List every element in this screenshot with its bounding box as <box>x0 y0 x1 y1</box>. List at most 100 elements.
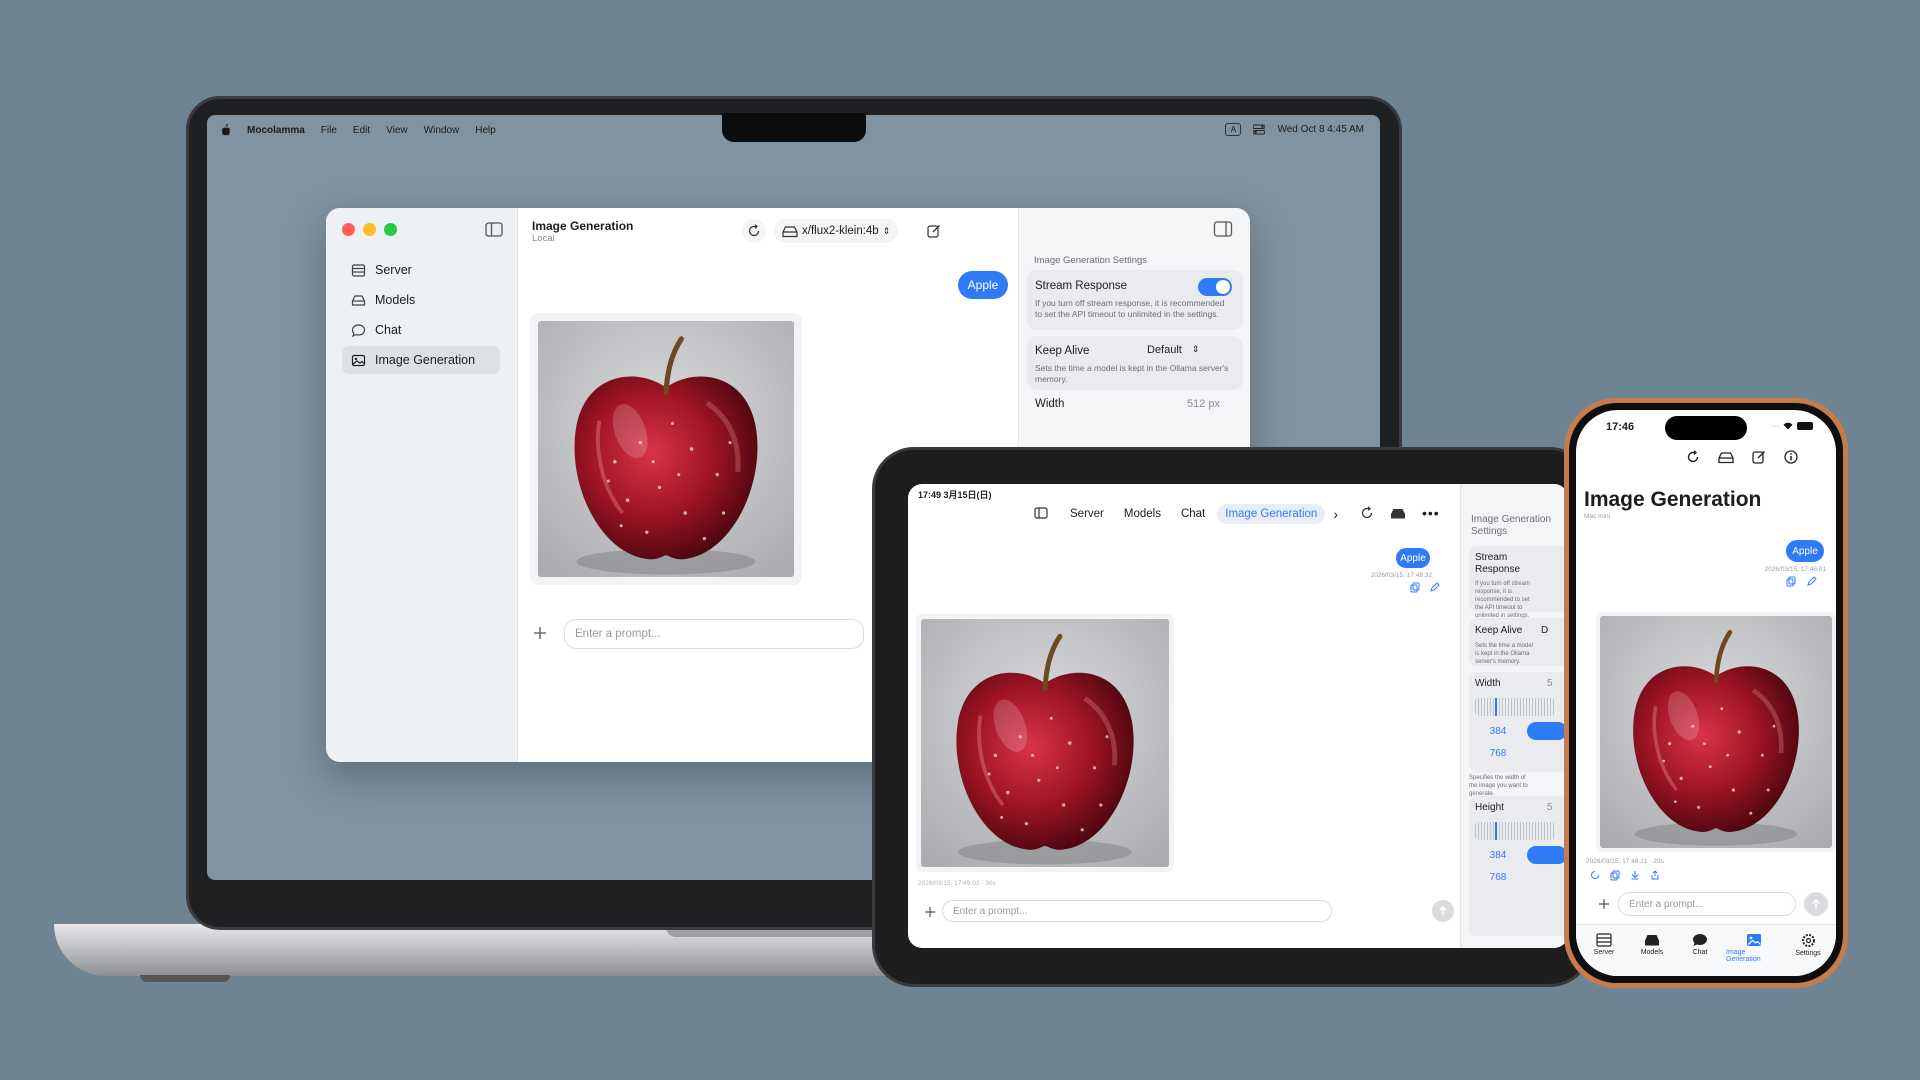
height-preset-768[interactable]: 768 <box>1475 868 1521 886</box>
models-icon[interactable] <box>1390 507 1406 520</box>
sidebar-item-image-generation[interactable]: Image Generation <box>342 346 500 374</box>
model-selector[interactable]: x/flux2-klein:4b ⇕ <box>774 219 899 243</box>
tab-image-generation[interactable]: Image Generation <box>1726 933 1782 976</box>
add-attachment-button[interactable] <box>924 906 936 918</box>
menu-window[interactable]: Window <box>424 125 460 136</box>
edit-icon[interactable] <box>1430 582 1440 593</box>
copy-icon[interactable] <box>1410 582 1420 593</box>
prompt-input[interactable]: Enter a prompt... <box>942 900 1332 922</box>
copy-icon[interactable] <box>1786 576 1796 587</box>
width-preset-384[interactable]: 384 <box>1475 722 1521 740</box>
sidebar-item-label: Server <box>375 263 412 277</box>
menu-clock[interactable]: Wed Oct 8 4:45 AM <box>1277 124 1364 135</box>
height-preset-384[interactable]: 384 <box>1475 846 1521 864</box>
sidebar-toggle-icon[interactable] <box>1032 504 1050 522</box>
menu-view[interactable]: View <box>386 125 408 136</box>
sidebar-item-label: Chat <box>375 323 402 337</box>
models-icon <box>782 225 798 238</box>
menu-edit[interactable]: Edit <box>353 125 370 136</box>
plus-icon <box>532 625 548 641</box>
width-preset-selected[interactable] <box>1527 722 1567 740</box>
tab-server[interactable]: Server <box>1582 933 1626 976</box>
sidebar-item-label: Models <box>375 293 416 307</box>
sidebar: Server Models Chat Image Generation <box>326 208 518 762</box>
tab-label: Chat <box>1692 949 1708 956</box>
macbook-foot <box>140 975 230 982</box>
toggle-sidebar-icon[interactable] <box>485 222 503 237</box>
refresh-icon[interactable] <box>1360 506 1374 520</box>
zoom-window-button[interactable] <box>384 223 397 236</box>
prompt-input[interactable]: Enter a prompt... <box>1618 892 1796 916</box>
prompt-input[interactable]: Enter a prompt... <box>564 619 864 649</box>
settings-header: Image Generation Settings <box>1471 514 1552 537</box>
info-icon[interactable] <box>1784 450 1798 464</box>
compose-icon <box>927 224 941 238</box>
generated-apple-image[interactable] <box>921 619 1169 867</box>
dynamic-island <box>1665 416 1747 440</box>
arrow-up-icon <box>1811 899 1821 909</box>
refresh-icon[interactable] <box>1686 450 1700 464</box>
height-slider-thumb[interactable] <box>1495 822 1497 840</box>
download-icon[interactable] <box>1630 870 1640 881</box>
stream-response-description: If you turn off stream response, it is r… <box>1475 581 1530 619</box>
chevron-updown-icon: ⇕ <box>882 225 891 236</box>
height-slider[interactable] <box>1475 822 1555 840</box>
user-message-bubble: Apple <box>958 271 1008 299</box>
keep-alive-value[interactable]: D <box>1541 625 1548 636</box>
height-preset-selected[interactable] <box>1527 846 1567 864</box>
refresh-button[interactable] <box>742 219 766 243</box>
user-message-bubble: Apple <box>1786 540 1824 562</box>
tab-image-generation[interactable]: Image Generation <box>1217 504 1326 524</box>
width-slider[interactable] <box>1475 698 1555 716</box>
tab-chat[interactable]: Chat <box>1173 504 1213 524</box>
keep-alive-select[interactable]: Default ⇕ <box>1147 344 1199 356</box>
sidebar-item-server[interactable]: Server <box>342 256 500 284</box>
sidebar-item-models[interactable]: Models <box>342 286 500 314</box>
tab-models[interactable]: Models <box>1630 933 1674 976</box>
width-slider-thumb[interactable] <box>1495 698 1497 716</box>
toolbar <box>1686 450 1798 464</box>
page-subtitle: Local <box>532 233 555 244</box>
send-button[interactable] <box>1804 892 1828 916</box>
apple-menu-icon[interactable] <box>221 124 231 136</box>
tab-settings[interactable]: Settings <box>1786 933 1830 976</box>
compose-icon[interactable] <box>1752 450 1766 464</box>
menu-app-name[interactable]: Mocolamma <box>247 125 305 136</box>
more-icon[interactable]: ••• <box>1422 505 1440 521</box>
add-attachment-button[interactable] <box>532 625 548 641</box>
page-title: Image Generation <box>1584 488 1762 511</box>
tab-label: Server <box>1593 949 1615 956</box>
minimize-window-button[interactable] <box>363 223 376 236</box>
page-subtitle: Mac mini <box>1584 513 1611 520</box>
edit-icon[interactable] <box>1807 576 1817 587</box>
tab-server[interactable]: Server <box>1062 504 1112 524</box>
close-window-button[interactable] <box>342 223 355 236</box>
width-value: 512 px <box>1187 398 1221 410</box>
refresh-icon[interactable] <box>1590 870 1600 881</box>
models-icon <box>1644 933 1660 947</box>
generated-apple-image[interactable] <box>1600 616 1832 848</box>
add-attachment-button[interactable] <box>1598 898 1610 910</box>
chevron-right-icon[interactable]: › <box>1333 506 1338 522</box>
status-bar-time: 17:46 <box>1606 421 1635 433</box>
menu-help[interactable]: Help <box>475 125 496 136</box>
sidebar-item-chat[interactable]: Chat <box>342 316 500 344</box>
copy-icon[interactable] <box>1610 870 1620 881</box>
share-icon[interactable] <box>1650 870 1660 881</box>
input-source-icon[interactable]: A <box>1225 123 1242 136</box>
width-preset-768[interactable]: 768 <box>1475 744 1521 762</box>
stream-response-label: Stream Response <box>1475 552 1521 575</box>
keep-alive-label: Keep Alive <box>1035 345 1090 357</box>
models-icon[interactable] <box>1718 451 1734 464</box>
control-center-icon[interactable] <box>1253 124 1266 135</box>
menu-file[interactable]: File <box>321 125 337 136</box>
stream-response-description: If you turn off stream response, it is r… <box>1035 298 1225 319</box>
send-button[interactable] <box>1432 900 1454 922</box>
generated-apple-image[interactable] <box>538 321 794 577</box>
tab-chat[interactable]: Chat <box>1678 933 1722 976</box>
stream-response-toggle[interactable] <box>1198 278 1232 296</box>
new-chat-button[interactable] <box>922 219 946 243</box>
toggle-inspector-icon[interactable] <box>1213 220 1233 238</box>
tab-models[interactable]: Models <box>1116 504 1169 524</box>
height-value: 5 <box>1547 802 1553 813</box>
